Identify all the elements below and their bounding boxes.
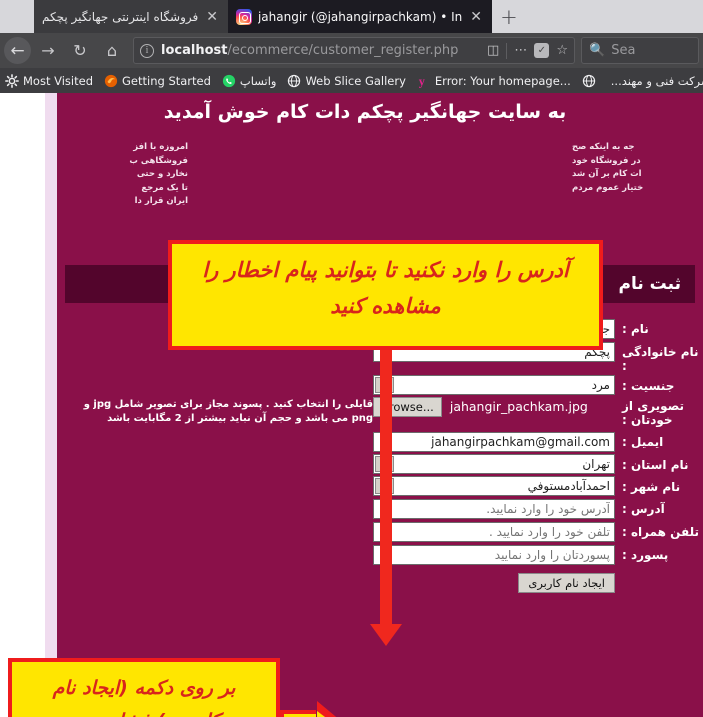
bookmark-web-slice-gallery[interactable]: Web Slice Gallery bbox=[287, 73, 406, 88]
page-actions-icon[interactable]: ⋯ bbox=[514, 43, 527, 58]
pocket-icon[interactable]: ✓ bbox=[534, 43, 550, 58]
bookmark-label: Getting Started bbox=[122, 73, 211, 88]
instagram-icon bbox=[235, 8, 252, 25]
control-city: احمدآبادمستوفي ▼ bbox=[373, 476, 615, 496]
gender-select[interactable]: مرد ▼ bbox=[373, 375, 615, 395]
search-bar[interactable]: 🔍 Sea bbox=[581, 37, 699, 64]
bookmark-most-visited[interactable]: Most Visited bbox=[5, 74, 93, 88]
control-address bbox=[373, 498, 615, 519]
annotation-top: آدرس را وارد نکنید تا بتوانید پیام اخطار… bbox=[168, 240, 603, 350]
city-select[interactable]: احمدآبادمستوفي ▼ bbox=[373, 476, 615, 496]
back-icon[interactable]: ← bbox=[4, 37, 31, 64]
gear-icon bbox=[5, 73, 19, 88]
yellow-right-arrow-icon bbox=[280, 701, 347, 717]
navigation-toolbar: ← → ↻ ⌂ i localhost/ecommerce/customer_r… bbox=[0, 33, 703, 68]
page-left-margin bbox=[0, 93, 45, 717]
reader-view-icon[interactable]: ◫ bbox=[487, 43, 499, 58]
email-input[interactable] bbox=[373, 432, 615, 452]
file-picker-row: Browse... jahangir_pachkam.jpg bbox=[373, 397, 615, 417]
address-bar[interactable]: i localhost/ecommerce/customer_register.… bbox=[133, 37, 575, 64]
new-tab-button[interactable]: + bbox=[492, 0, 526, 33]
province-select[interactable]: تهران ▼ bbox=[373, 454, 615, 474]
intro-paragraphs: جه به اینکه صح در فروشگاه خود ات کام بر … bbox=[57, 141, 703, 209]
yahoo-icon: y bbox=[419, 74, 425, 88]
bookmark-getting-started[interactable]: Getting Started bbox=[104, 74, 211, 88]
control-mobile bbox=[373, 521, 615, 542]
label-mobile: تلفن همراه : bbox=[622, 525, 700, 539]
page-accent-strip bbox=[45, 93, 57, 717]
bookmark-label: شرکت فنی و مهند... bbox=[610, 73, 703, 88]
tabstrip-filler bbox=[525, 0, 703, 33]
city-selected-value: احمدآبادمستوفي bbox=[373, 476, 615, 496]
tabstrip-pad bbox=[0, 0, 34, 33]
toolbar-divider bbox=[506, 42, 508, 59]
bookmark-globe-unlabeled[interactable] bbox=[582, 74, 600, 88]
close-icon[interactable]: ✕ bbox=[204, 10, 220, 24]
selected-filename: jahangir_pachkam.jpg bbox=[449, 399, 588, 414]
browser-tab-2[interactable]: jahangir (@jahangirpachkam) • In ✕ bbox=[227, 0, 492, 33]
label-city: نام شهر : bbox=[622, 480, 681, 494]
intro-left-column: جه به اینکه صح در فروشگاه خود ات کام بر … bbox=[572, 142, 644, 193]
globe-icon bbox=[582, 74, 595, 87]
control-province: تهران ▼ bbox=[373, 454, 615, 474]
control-submit: ایجاد نام کاربری bbox=[518, 572, 615, 593]
label-email: ایمیل : bbox=[622, 435, 664, 449]
intro-right-column: امروزه با افز فروشگاهی ب نخارد و حتی تا … bbox=[129, 142, 188, 206]
label-submit-spacer bbox=[615, 572, 703, 576]
home-icon[interactable]: ⌂ bbox=[97, 36, 127, 65]
bookmark-label: Most Visited bbox=[23, 73, 93, 88]
url-path: /ecommerce/customer_register.php bbox=[227, 43, 459, 58]
bookmark-label: Web Slice Gallery bbox=[305, 73, 406, 88]
label-photo: تصویری از خودتان : bbox=[622, 399, 685, 427]
control-photo: Browse... jahangir_pachkam.jpg bbox=[373, 397, 615, 417]
browser-window: فروشگاه اینترنتی جهانگیر پچکم ✕ jahangir… bbox=[0, 0, 703, 717]
bookmark-sherkat-fanni[interactable]: شرکت فنی و مهند... bbox=[611, 74, 703, 88]
globe-icon bbox=[288, 74, 301, 87]
province-selected-value: تهران bbox=[373, 454, 615, 474]
bookmark-label: واتساپ bbox=[239, 73, 277, 88]
label-firstname: نام : bbox=[622, 322, 649, 336]
label-province: نام استان : bbox=[622, 458, 689, 472]
label-address: آدرس : bbox=[622, 502, 665, 516]
search-icon: 🔍 bbox=[589, 43, 606, 58]
create-account-button[interactable]: ایجاد نام کاربری bbox=[518, 573, 615, 593]
mobile-input[interactable] bbox=[373, 522, 615, 542]
tab-strip: فروشگاه اینترنتی جهانگیر پچکم ✕ jahangir… bbox=[0, 0, 703, 33]
browser-tab-1[interactable]: فروشگاه اینترنتی جهانگیر پچکم ✕ bbox=[34, 0, 228, 33]
control-password bbox=[373, 544, 615, 565]
password-input[interactable] bbox=[373, 545, 615, 565]
firefox-icon bbox=[104, 74, 118, 87]
forward-icon[interactable]: → bbox=[33, 36, 63, 65]
bookmark-label: Error: Your homepage... bbox=[434, 73, 571, 88]
bookmarks-toolbar: Most Visited Getting Started واتساپ Web … bbox=[0, 68, 703, 93]
bookmark-error-homepage[interactable]: y Error: Your homepage... bbox=[417, 74, 571, 88]
page-title: به سایت جهانگیر پچکم دات کام خوش آمدید bbox=[163, 101, 567, 123]
star-icon[interactable]: ☆ bbox=[556, 43, 568, 58]
arrow-head bbox=[317, 701, 347, 717]
address-input[interactable] bbox=[373, 499, 615, 519]
reload-icon[interactable]: ↻ bbox=[65, 36, 95, 65]
whatsapp-icon bbox=[222, 74, 236, 87]
close-icon[interactable]: ✕ bbox=[468, 10, 484, 24]
annotation-bottom: بر روی دکمه (ایجاد نام کاربری) فشار دهید bbox=[8, 658, 280, 717]
label-password: پسورد : bbox=[622, 548, 669, 562]
label-lastname: نام خانوادگی : bbox=[622, 345, 699, 373]
tab-title-1: فروشگاه اینترنتی جهانگیر پچکم bbox=[42, 9, 199, 24]
control-gender: مرد ▼ bbox=[373, 375, 615, 395]
svg-text:y: y bbox=[419, 74, 425, 88]
gender-selected-value: مرد bbox=[373, 375, 615, 395]
site-info-icon[interactable]: i bbox=[140, 43, 154, 58]
url-host: localhost bbox=[161, 43, 228, 58]
control-email bbox=[373, 431, 615, 452]
search-input[interactable]: Sea bbox=[611, 43, 635, 58]
label-gender: جنسیت : bbox=[622, 379, 675, 393]
bookmark-whatsapp[interactable]: واتساپ bbox=[222, 73, 277, 88]
url-text: localhost/ecommerce/customer_register.ph… bbox=[161, 43, 480, 58]
tab-title-2: jahangir (@jahangirpachkam) • In bbox=[257, 9, 463, 24]
photo-hint-text: قایلی را انتخاب کنید . پسوند مجاز برای ت… bbox=[83, 399, 373, 424]
page-viewport: به سایت جهانگیر پچکم دات کام خوش آمدید ج… bbox=[0, 93, 703, 717]
red-down-arrow-icon bbox=[370, 345, 402, 646]
